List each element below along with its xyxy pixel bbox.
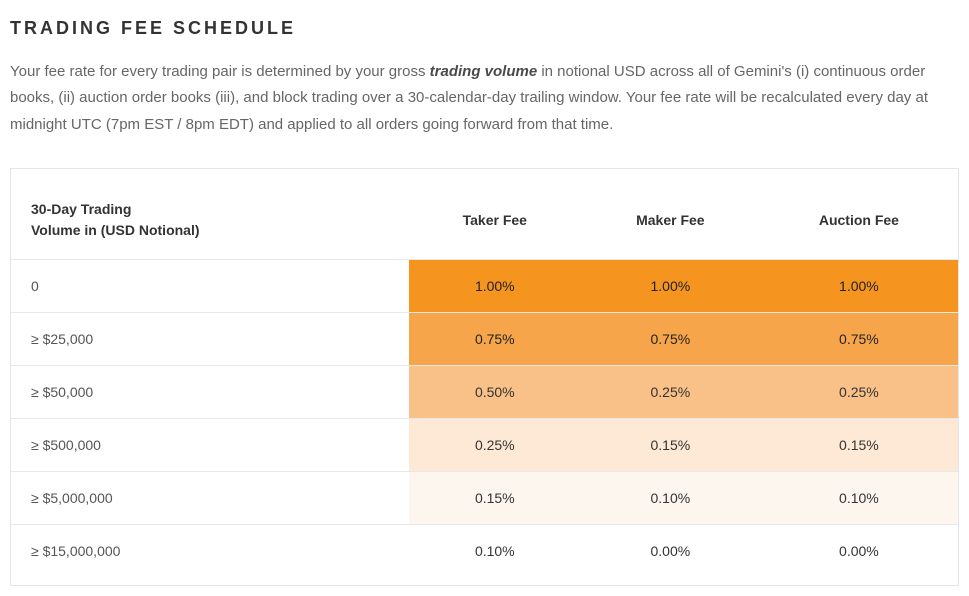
header-volume-line2: Volume in (USD Notional) [31,222,200,238]
cell-maker-fee: 1.00% [581,259,760,312]
cell-maker-fee: 0.00% [581,524,760,577]
header-maker-fee: Maker Fee [581,181,760,260]
description-emphasis: trading volume [430,63,538,80]
cell-taker-fee: 0.15% [409,471,581,524]
table-row: ≥ $25,000 0.75% 0.75% 0.75% [11,312,958,365]
cell-taker-fee: 0.75% [409,312,581,365]
cell-volume: ≥ $5,000,000 [11,471,409,524]
cell-volume: ≥ $15,000,000 [11,524,409,577]
cell-taker-fee: 0.25% [409,418,581,471]
table-row: 0 1.00% 1.00% 1.00% [11,259,958,312]
page-title: TRADING FEE SCHEDULE [10,18,959,39]
cell-maker-fee: 0.25% [581,365,760,418]
cell-auction-fee: 0.75% [760,312,958,365]
fee-schedule-table: 30-Day Trading Volume in (USD Notional) … [11,181,958,577]
cell-maker-fee: 0.15% [581,418,760,471]
cell-volume: ≥ $500,000 [11,418,409,471]
table-row: ≥ $50,000 0.50% 0.25% 0.25% [11,365,958,418]
cell-taker-fee: 1.00% [409,259,581,312]
cell-volume: ≥ $25,000 [11,312,409,365]
cell-auction-fee: 0.15% [760,418,958,471]
cell-auction-fee: 0.00% [760,524,958,577]
table-row: ≥ $5,000,000 0.15% 0.10% 0.10% [11,471,958,524]
cell-maker-fee: 0.10% [581,471,760,524]
header-taker-fee: Taker Fee [409,181,581,260]
cell-taker-fee: 0.10% [409,524,581,577]
cell-volume: 0 [11,259,409,312]
cell-auction-fee: 1.00% [760,259,958,312]
cell-maker-fee: 0.75% [581,312,760,365]
table-row: ≥ $500,000 0.25% 0.15% 0.15% [11,418,958,471]
table-row: ≥ $15,000,000 0.10% 0.00% 0.00% [11,524,958,577]
table-header-row: 30-Day Trading Volume in (USD Notional) … [11,181,958,260]
cell-auction-fee: 0.10% [760,471,958,524]
description-text-pre: Your fee rate for every trading pair is … [10,63,430,80]
header-volume: 30-Day Trading Volume in (USD Notional) [11,181,409,260]
description-paragraph: Your fee rate for every trading pair is … [10,59,959,138]
header-auction-fee: Auction Fee [760,181,958,260]
cell-taker-fee: 0.50% [409,365,581,418]
header-volume-line1: 30-Day Trading [31,201,131,217]
fee-table-container: 30-Day Trading Volume in (USD Notional) … [10,168,959,586]
cell-auction-fee: 0.25% [760,365,958,418]
cell-volume: ≥ $50,000 [11,365,409,418]
